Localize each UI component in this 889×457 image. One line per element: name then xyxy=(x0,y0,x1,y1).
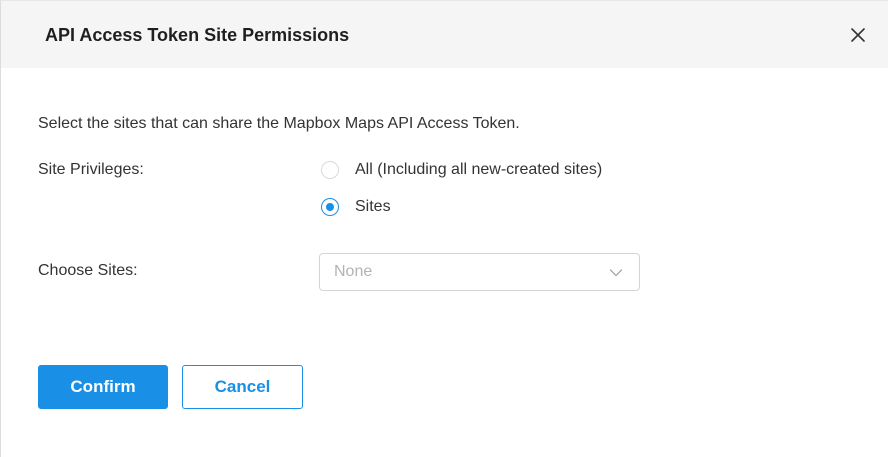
radio-checked-icon[interactable] xyxy=(321,198,339,216)
chevron-down-icon xyxy=(609,268,623,278)
radio-option-all-label: All (Including all new-created sites) xyxy=(355,161,603,178)
dialog-header: API Access Token Site Permissions xyxy=(1,1,888,68)
site-privileges-label: Site Privileges: xyxy=(38,161,144,178)
radio-option-sites[interactable]: Sites xyxy=(321,197,391,217)
dialog-description: Select the sites that can share the Mapb… xyxy=(38,115,520,132)
site-permissions-dialog: API Access Token Site Permissions Select… xyxy=(0,0,888,457)
dialog-title: API Access Token Site Permissions xyxy=(45,25,350,45)
choose-sites-select[interactable]: None xyxy=(319,253,640,291)
radio-unchecked-icon[interactable] xyxy=(321,161,339,179)
choose-sites-label: Choose Sites: xyxy=(38,262,138,279)
radio-option-all[interactable]: All (Including all new-created sites) xyxy=(321,160,602,180)
cancel-button[interactable]: Cancel xyxy=(182,365,303,409)
close-icon xyxy=(851,28,865,42)
close-button[interactable] xyxy=(847,24,869,46)
radio-option-sites-label: Sites xyxy=(355,198,391,215)
choose-sites-value: None xyxy=(334,263,373,280)
confirm-button[interactable]: Confirm xyxy=(38,365,168,409)
